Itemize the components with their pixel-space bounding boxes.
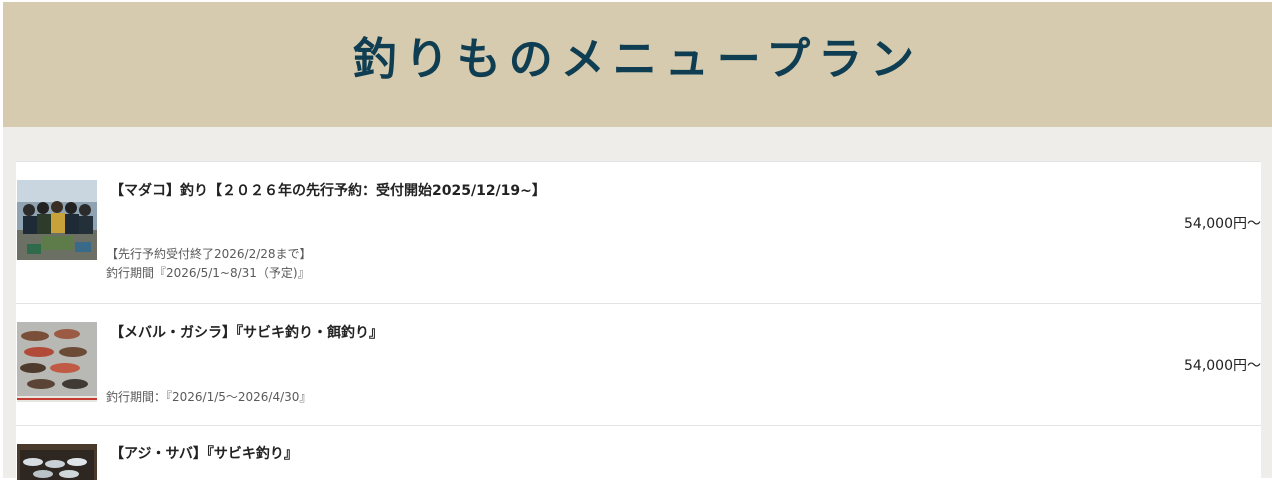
group-photo-image [17,180,97,260]
page-frame: 釣りものメニュープラン 【マダコ】釣り【２０２６年の先行予約：受付開始2025/… [3,2,1272,482]
menu-item-period: 釣行期間『2026/5/1~8/31（予定)』 [106,266,310,280]
menu-item-title[interactable]: 【マダコ】釣り【２０２６年の先行予約：受付開始2025/12/19~】 [110,181,546,201]
menu-item-photo[interactable] [17,180,97,260]
menu-item-booking-note: 【先行予約受付終了2026/2/28まで】 [106,247,312,261]
menu-item-photo[interactable] [17,444,97,480]
fish-box-image [17,444,97,480]
menu-item-photo[interactable] [17,322,97,402]
menu-item-title[interactable]: 【アジ・サバ】『サビキ釣り』 [110,444,298,464]
menu-item-price: 54,000円〜 [1184,216,1261,232]
menu-list: 【マダコ】釣り【２０２６年の先行予約：受付開始2025/12/19~】 54,0… [16,161,1261,482]
menu-item-madako[interactable]: 【マダコ】釣り【２０２６年の先行予約：受付開始2025/12/19~】 54,0… [16,162,1261,304]
menu-item-price: 54,000円〜 [1184,358,1261,374]
fish-catch-image [17,322,97,402]
menu-item-period: 釣行期間：『2026/1/5〜2026/4/30』 [106,390,312,404]
page-title: 釣りものメニュープラン [352,34,923,85]
menu-item-mebaru[interactable]: 【メバル・ガシラ】『サビキ釣り・餌釣り』 54,000円〜 釣行期間：『2026… [16,304,1261,426]
menu-item-title[interactable]: 【メバル・ガシラ】『サビキ釣り・餌釣り』 [110,323,383,343]
page-header: 釣りものメニュープラン [3,2,1272,127]
menu-item-aji[interactable]: 【アジ・サバ】『サビキ釣り』 [16,426,1261,486]
